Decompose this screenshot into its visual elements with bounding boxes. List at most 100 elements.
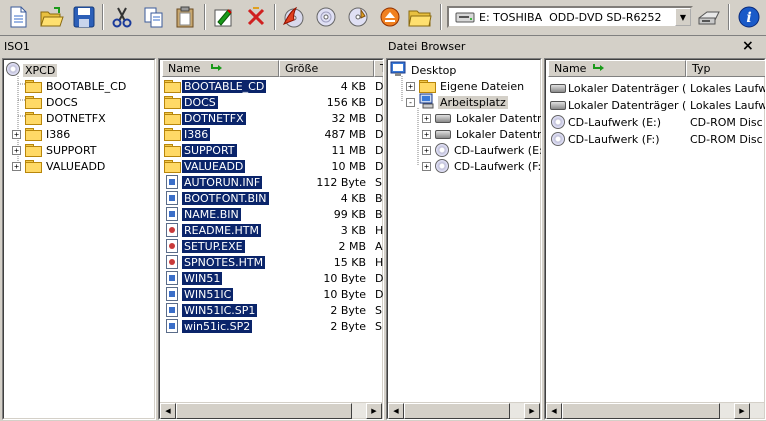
browser-tree-scrollbar[interactable]: ◀ ▶ (388, 402, 540, 419)
row-size: 487 MB (324, 127, 366, 141)
table-row[interactable]: WIN51 10 Byte D (160, 270, 384, 286)
copy-icon[interactable] (140, 3, 168, 31)
sort-arrow-icon (210, 62, 224, 76)
cd-icon[interactable] (312, 3, 340, 31)
browser-tree-pane[interactable]: Desktop + Eigene Dateien - Arbeitsplatz + Loka… (386, 58, 542, 420)
tree-item[interactable]: + Lokaler Datenträger (422, 110, 542, 126)
close-icon[interactable]: × (742, 38, 754, 54)
tree-item-label: Lokaler Datenträger (456, 111, 542, 125)
list-item[interactable]: Lokaler Datenträger (... Lokales Laufw (546, 80, 765, 96)
table-row[interactable]: BOOTABLE_CD 4 KB D (160, 78, 383, 94)
column-header-size[interactable]: Größe (279, 60, 374, 77)
tree-item-label: BOOTABLE_CD (46, 79, 127, 93)
scroll-thumb[interactable] (404, 403, 510, 419)
scroll-thumb[interactable] (176, 403, 352, 419)
row-name: WIN51IC (182, 287, 234, 301)
browser-list-pane[interactable]: Name Typ Lokaler Datenträger (... Lokales… (544, 58, 766, 420)
cd-info-icon[interactable] (344, 3, 372, 31)
row-type: H (375, 255, 384, 269)
tree-item[interactable]: + CD-Laufwerk (F:) (422, 158, 541, 174)
row-type: D (375, 271, 384, 285)
tree-item[interactable]: - Arbeitsplatz (406, 93, 508, 112)
tree-item[interactable]: Desktop (390, 61, 458, 78)
expand-icon[interactable]: + (406, 81, 415, 91)
column-header-type[interactable]: T (374, 60, 383, 77)
scroll-right-icon[interactable]: ▶ (734, 403, 750, 419)
folder-icon[interactable] (406, 3, 434, 31)
row-icon (550, 97, 566, 113)
table-row[interactable]: VALUEADD 10 MB D (160, 158, 383, 174)
scroll-right-icon[interactable]: ▶ (524, 403, 540, 419)
expand-icon[interactable]: - (406, 97, 415, 107)
tree-item[interactable]: DOCS (12, 94, 80, 110)
table-row[interactable]: SUPPORT 11 MB D (160, 142, 383, 158)
browser-list-scrollbar[interactable]: ◀ ▶ (546, 402, 764, 419)
tree-item[interactable]: DOTNETFX (12, 110, 108, 126)
expand-icon[interactable]: + (422, 145, 431, 155)
row-icon (550, 80, 566, 96)
tree-item[interactable]: + I386 (12, 126, 72, 142)
iso-tree-pane[interactable]: XPCD BOOTABLE_CD DOCS DOTNETFX + I386 + SUPPOR… (2, 58, 156, 420)
list-item[interactable]: Lokaler Datenträger (... Lokales Laufw (546, 97, 765, 113)
table-row[interactable]: WIN51IC.SP1 2 Byte S (160, 302, 382, 318)
scan-icon[interactable] (695, 3, 723, 31)
cut-icon[interactable] (108, 3, 136, 31)
table-row[interactable]: SETUP.EXE 2 MB A (160, 238, 383, 254)
table-row[interactable]: BOOTFONT.BIN 4 KB B (160, 190, 383, 206)
column-header-type[interactable]: Typ (686, 60, 765, 77)
table-row[interactable]: DOCS 156 KB D (160, 94, 383, 110)
folder-icon (25, 112, 42, 125)
delete-icon[interactable] (242, 3, 270, 31)
list-item[interactable]: CD-Laufwerk (F:) CD-ROM Disc (546, 131, 764, 147)
row-icon (164, 238, 180, 254)
scroll-right-icon[interactable]: ▶ (366, 403, 382, 419)
tree-item[interactable]: + Lokaler Datenträger (422, 126, 541, 142)
table-row[interactable]: win51ic.SP2 2 Byte S (160, 318, 382, 334)
burn-icon[interactable] (280, 3, 308, 31)
table-row[interactable]: DOTNETFX 32 MB D (160, 110, 383, 126)
drive-select[interactable]: E: TOSHIBA ODD-DVD SD-R6252 ▼ (447, 6, 693, 28)
row-name: SETUP.EXE (182, 239, 245, 253)
computer-icon (419, 93, 435, 112)
expand-icon[interactable]: + (12, 129, 21, 139)
expand-icon[interactable]: + (12, 145, 21, 155)
table-row[interactable]: WIN51IC 10 Byte D (160, 286, 383, 302)
eject-icon[interactable] (376, 3, 404, 31)
expand-icon[interactable]: + (12, 161, 21, 171)
new-icon[interactable] (4, 3, 32, 31)
table-row[interactable]: README.HTM 3 KB H (160, 222, 383, 238)
cd-drive-icon (435, 143, 449, 157)
scroll-thumb[interactable] (562, 403, 720, 419)
iso-list-pane[interactable]: Name Größe T BOOTABLE_CD4 KBDDOCS156 KBD… (158, 58, 384, 420)
save-icon[interactable] (70, 3, 98, 31)
column-header-name[interactable]: Name (162, 60, 279, 77)
tree-item[interactable]: + CD-Laufwerk (E:) (422, 142, 541, 158)
row-name: BOOTFONT.BIN (182, 191, 269, 205)
list-item[interactable]: CD-Laufwerk (E:) CD-ROM Disc (546, 114, 764, 130)
expand-icon[interactable]: + (422, 113, 431, 123)
open-icon[interactable] (38, 3, 66, 31)
iso-list-scrollbar[interactable]: ◀ ▶ (160, 402, 382, 419)
row-name: win51ic.SP2 (182, 319, 253, 333)
scroll-left-icon[interactable]: ◀ (160, 403, 176, 419)
table-row[interactable]: NAME.BIN 99 KB B (160, 206, 383, 222)
tree-root[interactable]: XPCD (6, 61, 58, 78)
folder-icon (419, 80, 436, 93)
paste-icon[interactable] (171, 3, 199, 31)
expand-icon[interactable]: + (422, 161, 431, 171)
scroll-left-icon[interactable]: ◀ (388, 403, 404, 419)
table-row[interactable]: I386 487 MB D (160, 126, 383, 142)
tree-item[interactable]: BOOTABLE_CD (12, 78, 128, 94)
expand-icon[interactable]: + (422, 129, 431, 139)
table-row[interactable]: SPNOTES.HTM 15 KB H (160, 254, 384, 270)
scroll-left-icon[interactable]: ◀ (546, 403, 562, 419)
column-header-name[interactable]: Name (548, 60, 686, 77)
toolbar-separator (274, 4, 276, 30)
iso-list-frame: Name Größe T BOOTABLE_CD4 KBDDOCS156 KBD… (159, 59, 383, 419)
tree-item[interactable]: + SUPPORT (12, 142, 99, 158)
table-row[interactable]: AUTORUN.INF 112 Byte S (160, 174, 382, 190)
info-icon[interactable]: i (735, 3, 763, 31)
properties-icon[interactable] (210, 3, 238, 31)
chevron-down-icon[interactable]: ▼ (675, 8, 691, 26)
tree-item[interactable]: + VALUEADD (12, 158, 107, 174)
